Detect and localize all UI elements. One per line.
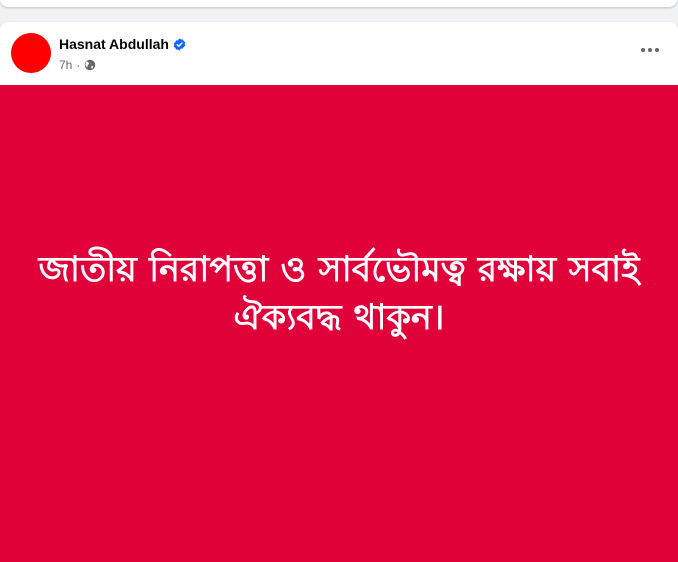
previous-post-card — [0, 0, 677, 7]
author-name[interactable]: Hasnat Abdullah — [59, 36, 169, 52]
post-image-text-line-2: ঐক্যবদ্ধ থাকুন। — [233, 298, 445, 338]
post-timestamp[interactable]: 7h — [59, 58, 72, 72]
post-image-text: জাতীয় নিরাপত্তা ও সার্বভৌমত্ব রক্ষায় স… — [19, 246, 659, 342]
author-line: Hasnat Abdullah — [59, 36, 186, 52]
verified-badge-icon — [173, 37, 186, 51]
meta-separator: · — [76, 58, 81, 72]
post-image-text-line-1: জাতীয় নিরাপত্তা ও সার্বভৌমত্ব রক্ষায় স… — [38, 250, 640, 290]
globe-icon[interactable] — [84, 59, 96, 71]
post-card: Hasnat Abdullah 7h · জাতীয় নিরাপত্তা ও … — [0, 22, 678, 562]
post-image[interactable]: জাতীয় নিরাপত্তা ও সার্বভৌমত্ব রক্ষায় স… — [0, 85, 678, 562]
post-meta: 7h · — [59, 58, 96, 72]
post-header: Hasnat Abdullah 7h · — [0, 22, 678, 85]
more-horizontal-icon — [641, 48, 659, 52]
author-avatar[interactable] — [11, 33, 51, 73]
more-options-button[interactable] — [638, 38, 662, 62]
